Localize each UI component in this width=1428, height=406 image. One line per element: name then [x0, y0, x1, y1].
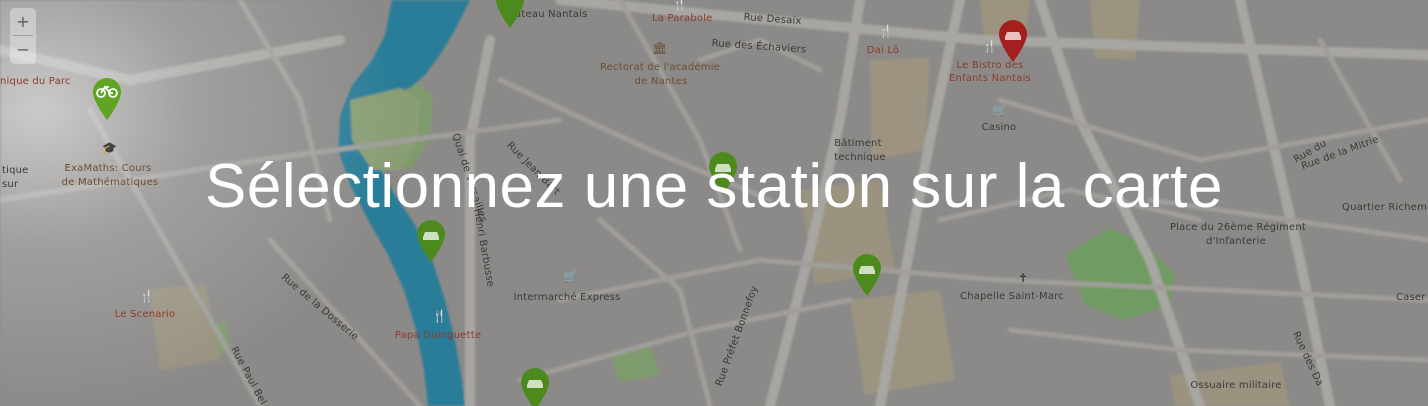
map-label-dailo: Dai Lô: [866, 45, 900, 56]
bike-station-marker[interactable]: [493, 0, 527, 30]
church-icon: ✝: [1018, 271, 1029, 285]
restaurant-icon: 🍴: [878, 24, 893, 38]
station-marker[interactable]: [850, 252, 884, 298]
map-label-scenario: Le Scenario: [114, 309, 176, 320]
selected-station-marker[interactable]: [996, 18, 1030, 64]
map-label-place-2: d'Infanterie: [1206, 236, 1266, 247]
map-view[interactable]: nique du Parc tique sur 🎓 ExaMaths: Cour…: [0, 0, 1428, 406]
map-label-parabole: La Parabole: [652, 13, 713, 24]
shopping-cart-icon: 🛒: [992, 103, 1007, 117]
map-label-bistro-2: Enfants Nantais: [949, 73, 1031, 84]
map-label-park: nique du Parc: [0, 76, 71, 87]
bike-station-marker[interactable]: [90, 76, 124, 122]
map-label-caser: Caser: [1396, 292, 1426, 303]
map-label-batiment-1: Bâtiment: [834, 138, 882, 149]
museum-icon: 🏛: [652, 41, 668, 55]
car-icon: [527, 380, 543, 388]
restaurant-icon: 🍴: [432, 309, 447, 323]
map-label-rectorat-1: Rectorat de l'académie: [599, 62, 721, 73]
shopping-cart-icon: 🛒: [563, 269, 578, 283]
map-label-chapelle: Chapelle Saint-Marc: [960, 291, 1064, 302]
station-marker[interactable]: [518, 366, 552, 406]
car-icon: [423, 232, 439, 240]
select-station-message: Sélectionnez une station sur la carte: [205, 152, 1223, 221]
car-icon: [1005, 32, 1021, 40]
map-label-papa: Papa Guinguette: [394, 330, 482, 341]
map-label-militaire: Ossuaire militaire: [1190, 380, 1282, 391]
restaurant-icon: 🍴: [672, 0, 687, 11]
map-label-intermarche: Intermarché Express: [513, 292, 621, 303]
zoom-control: + −: [10, 8, 36, 64]
zoom-in-button[interactable]: +: [10, 8, 36, 35]
car-icon: [859, 266, 875, 274]
map-label-casino: Casino: [981, 122, 1017, 133]
zoom-out-button[interactable]: −: [10, 36, 36, 63]
restaurant-icon: 🍴: [982, 39, 997, 53]
restaurant-icon: 🍴: [139, 289, 154, 303]
map-label-rectorat-2: de Nantes: [634, 76, 688, 87]
station-marker[interactable]: [414, 218, 448, 264]
